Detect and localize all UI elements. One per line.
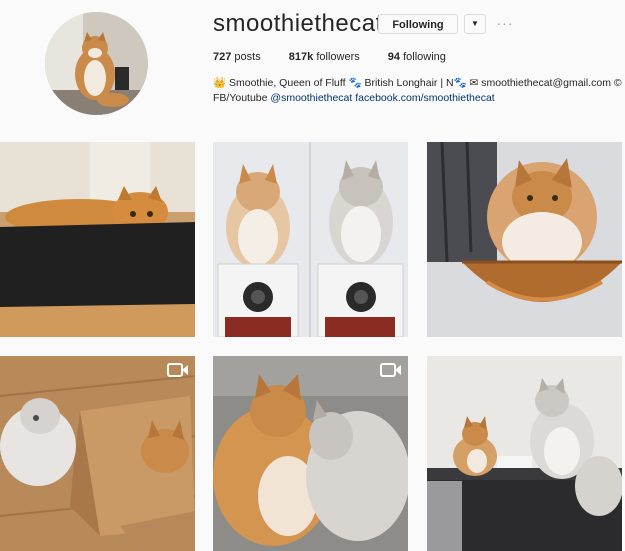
profile-stats: 727 posts 817k followers 94 following (213, 51, 471, 63)
following-count[interactable]: 94 following (388, 51, 446, 63)
two-cats-on-speakers-photo (213, 142, 408, 337)
post-tile-4[interactable] (0, 356, 195, 551)
more-dots-icon: ··· (496, 15, 514, 31)
profile-bio: 👑 Smoothie, Queen of Fluff 🐾 British Lon… (213, 76, 623, 106)
post-tile-1[interactable] (0, 142, 195, 337)
more-options-button[interactable]: ··· (494, 14, 516, 34)
post-tile-3[interactable] (427, 142, 622, 337)
video-camera-icon (167, 362, 189, 378)
followers-value: 817k (288, 51, 314, 63)
following-label: following (403, 51, 446, 63)
bio-prefix: FB/Youtube (213, 92, 271, 104)
following-button[interactable]: Following (378, 14, 458, 34)
bio-handle-link[interactable]: @smoothiethecat (270, 92, 352, 104)
profile-username: smoothiethecat (213, 10, 383, 37)
bio-line-2: FB/Youtube @smoothiethecat facebook.com/… (213, 91, 623, 106)
post-tile-2[interactable] (213, 142, 408, 337)
cat-in-wooden-bowl-photo (427, 142, 622, 337)
profile-avatar[interactable] (45, 12, 148, 115)
cats-with-cardboard-box-photo (0, 356, 195, 551)
post-tile-6[interactable] (427, 356, 622, 551)
cat-in-black-box-photo (0, 142, 195, 337)
posts-value: 727 (213, 51, 232, 63)
two-cats-cuddling-photo (213, 356, 408, 551)
caret-down-icon: ▼ (471, 19, 479, 28)
bio-url-link[interactable]: facebook.com/smoothiethecat (355, 92, 495, 104)
cat-avatar-image (45, 12, 148, 115)
post-tile-5[interactable] (213, 356, 408, 551)
suggestions-dropdown-button[interactable]: ▼ (464, 14, 486, 34)
followers-label: followers (316, 51, 360, 63)
following-value: 94 (387, 51, 401, 63)
posts-count: 727 posts (213, 51, 261, 63)
bio-line-1: 👑 Smoothie, Queen of Fluff 🐾 British Lon… (213, 77, 622, 89)
posts-label: posts (234, 51, 261, 63)
followers-count[interactable]: 817k followers (289, 51, 360, 63)
video-camera-icon (380, 362, 402, 378)
two-cats-on-sofa-photo (427, 356, 622, 551)
